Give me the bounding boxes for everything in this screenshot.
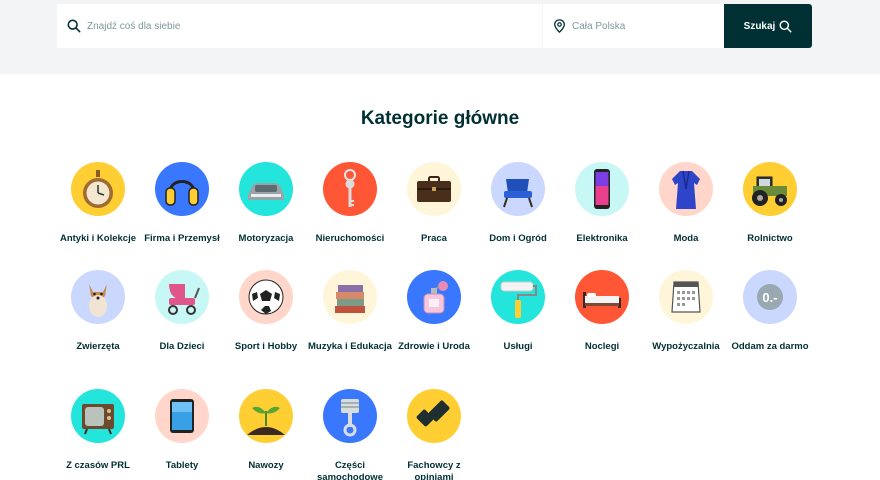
category-label: Oddam za darmo bbox=[731, 341, 809, 352]
category-zwierzeta[interactable]: Zwierzęta bbox=[56, 270, 140, 353]
smartphone-icon bbox=[575, 162, 629, 216]
category-rolnictwo[interactable]: Rolnictwo bbox=[728, 162, 812, 245]
search-input[interactable]: Znajdź coś dla siebie bbox=[57, 4, 542, 48]
category-dla-dzieci[interactable]: Dla Dzieci bbox=[140, 270, 224, 353]
books-icon bbox=[323, 270, 377, 324]
search-button-icon bbox=[779, 19, 792, 33]
calendar-icon bbox=[659, 270, 713, 324]
category-noclegi[interactable]: Noclegi bbox=[560, 270, 644, 353]
category-label: Zdrowie i Uroda bbox=[398, 341, 470, 352]
category-muzyka[interactable]: Muzyka i Edukacja bbox=[308, 270, 392, 353]
tractor-icon bbox=[743, 162, 797, 216]
zero-price-icon: 0.- bbox=[743, 270, 797, 324]
category-tablety[interactable]: Tablety bbox=[140, 389, 224, 472]
category-label: Wypożyczalnia bbox=[652, 341, 720, 352]
paint-roller-icon bbox=[491, 270, 545, 324]
category-label: Noclegi bbox=[584, 341, 620, 352]
category-nawozy[interactable]: Nawozy bbox=[224, 389, 308, 472]
football-icon bbox=[239, 270, 293, 324]
section-title: Kategorie główne bbox=[360, 108, 520, 129]
category-antyki[interactable]: Antyki i Kolekcje bbox=[56, 162, 140, 245]
category-label: Praca bbox=[421, 233, 447, 244]
stroller-icon bbox=[155, 270, 209, 324]
category-label: Moda bbox=[673, 233, 699, 244]
badge-check-icon bbox=[407, 389, 461, 443]
location-pin-icon bbox=[554, 19, 565, 33]
category-fachowcy[interactable]: Fachowcy z opiniami bbox=[392, 389, 476, 480]
search-band: Znajdź coś dla siebie Cała Polska Szukaj bbox=[0, 0, 880, 74]
briefcase-icon bbox=[407, 162, 461, 216]
perfume-icon bbox=[407, 270, 461, 324]
robe-icon bbox=[659, 162, 713, 216]
tablet-icon bbox=[155, 389, 209, 443]
location-input[interactable]: Cała Polska bbox=[542, 4, 724, 48]
category-label: Tablety bbox=[165, 460, 199, 471]
car-icon bbox=[239, 162, 293, 216]
category-label: Dom i Ogród bbox=[489, 233, 547, 244]
category-label: Nawozy bbox=[248, 460, 284, 471]
category-label: Nieruchomości bbox=[315, 233, 385, 244]
location-placeholder: Cała Polska bbox=[572, 20, 626, 32]
search-box: Znajdź coś dla siebie Cała Polska bbox=[57, 4, 724, 48]
bed-icon bbox=[575, 270, 629, 324]
category-uslugi[interactable]: Usługi bbox=[476, 270, 560, 353]
category-label: Usługi bbox=[503, 341, 533, 352]
category-czesci[interactable]: Części samochodowe bbox=[308, 389, 392, 480]
category-firma[interactable]: Firma i Przemysł bbox=[140, 162, 224, 245]
category-label: Rolnictwo bbox=[747, 233, 793, 244]
svg-text:0.-: 0.- bbox=[762, 290, 777, 305]
key-icon bbox=[323, 162, 377, 216]
dog-icon bbox=[71, 270, 125, 324]
piston-icon bbox=[323, 389, 377, 443]
category-praca[interactable]: Praca bbox=[392, 162, 476, 245]
search-icon bbox=[67, 19, 81, 33]
category-label: Sport i Hobby bbox=[234, 341, 298, 352]
category-sport[interactable]: Sport i Hobby bbox=[224, 270, 308, 353]
main-content: Kategorie główne Antyki i Kolekcje Firma… bbox=[0, 74, 880, 480]
category-motoryzacja[interactable]: Motoryzacja bbox=[224, 162, 308, 245]
category-elektronika[interactable]: Elektronika bbox=[560, 162, 644, 245]
category-label: Elektronika bbox=[576, 233, 628, 244]
category-label: Zwierzęta bbox=[76, 341, 120, 352]
category-oddam[interactable]: 0.- Oddam za darmo bbox=[728, 270, 812, 353]
search-button[interactable]: Szukaj bbox=[724, 4, 812, 48]
category-prl[interactable]: Z czasów PRL bbox=[56, 389, 140, 472]
category-label: Firma i Przemysł bbox=[144, 233, 220, 244]
category-moda[interactable]: Moda bbox=[644, 162, 728, 245]
armchair-icon bbox=[491, 162, 545, 216]
category-label: Antyki i Kolekcje bbox=[59, 233, 137, 244]
category-label: Fachowcy z opiniami bbox=[407, 460, 461, 480]
search-placeholder: Znajdź coś dla siebie bbox=[87, 20, 181, 32]
search-button-label: Szukaj bbox=[743, 20, 776, 32]
ear-protectors-icon bbox=[155, 162, 209, 216]
category-zdrowie[interactable]: Zdrowie i Uroda bbox=[392, 270, 476, 353]
category-wypozyczalnia[interactable]: Wypożyczalnia bbox=[644, 270, 728, 353]
category-label: Muzyka i Edukacja bbox=[308, 341, 392, 352]
category-label: Części samochodowe bbox=[317, 460, 383, 480]
retro-tv-icon bbox=[71, 389, 125, 443]
category-dom[interactable]: Dom i Ogród bbox=[476, 162, 560, 245]
category-label: Z czasów PRL bbox=[66, 460, 130, 471]
category-label: Dla Dzieci bbox=[159, 341, 205, 352]
category-label: Motoryzacja bbox=[238, 233, 294, 244]
category-nieruchomosci[interactable]: Nieruchomości bbox=[308, 162, 392, 245]
seedling-icon bbox=[239, 389, 293, 443]
pocket-watch-icon bbox=[71, 162, 125, 216]
